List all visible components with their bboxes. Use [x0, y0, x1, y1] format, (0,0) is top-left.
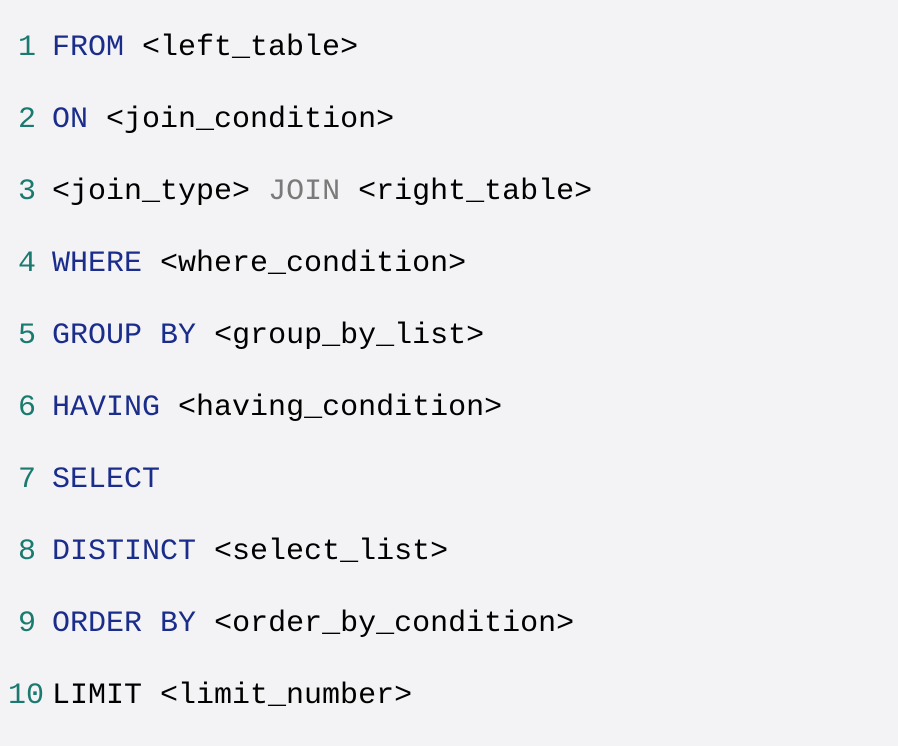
line-number: 7	[8, 444, 52, 516]
code-line: 9 ORDER BY <order_by_condition>	[8, 588, 890, 660]
line-content: <join_type> JOIN <right_table>	[52, 156, 592, 228]
line-number: 6	[8, 372, 52, 444]
space	[142, 679, 160, 713]
keyword-limit: LIMIT	[52, 679, 142, 713]
line-number: 9	[8, 588, 52, 660]
space	[142, 607, 160, 641]
line-content: FROM <left_table>	[52, 12, 358, 84]
space	[124, 31, 142, 65]
keyword-select: SELECT	[52, 463, 160, 497]
keyword-order: ORDER	[52, 607, 142, 641]
code-block: 1 FROM <left_table> 2 ON <join_condition…	[8, 12, 890, 732]
code-line: 2 ON <join_condition>	[8, 84, 890, 156]
keyword-join: JOIN	[268, 175, 340, 209]
placeholder-group-by-list: <group_by_list>	[214, 319, 484, 353]
space	[250, 175, 268, 209]
space	[196, 535, 214, 569]
placeholder-having-condition: <having_condition>	[178, 391, 502, 425]
line-content: DISTINCT <select_list>	[52, 516, 448, 588]
line-content: WHERE <where_condition>	[52, 228, 466, 300]
space	[142, 247, 160, 281]
keyword-where: WHERE	[52, 247, 142, 281]
line-content: GROUP BY <group_by_list>	[52, 300, 484, 372]
space	[196, 607, 214, 641]
keyword-by: BY	[160, 319, 196, 353]
keyword-having: HAVING	[52, 391, 160, 425]
line-number: 8	[8, 516, 52, 588]
space	[340, 175, 358, 209]
keyword-group: GROUP	[52, 319, 142, 353]
placeholder-limit-number: <limit_number>	[160, 679, 412, 713]
placeholder-right-table: <right_table>	[358, 175, 592, 209]
placeholder-select-list: <select_list>	[214, 535, 448, 569]
line-content: ON <join_condition>	[52, 84, 394, 156]
code-line: 8 DISTINCT <select_list>	[8, 516, 890, 588]
code-line: 10 LIMIT <limit_number>	[8, 660, 890, 732]
keyword-distinct: DISTINCT	[52, 535, 196, 569]
line-content: ORDER BY <order_by_condition>	[52, 588, 574, 660]
keyword-from: FROM	[52, 31, 124, 65]
code-line: 7 SELECT	[8, 444, 890, 516]
placeholder-left-table: <left_table>	[142, 31, 358, 65]
code-line: 6 HAVING <having_condition>	[8, 372, 890, 444]
line-content: LIMIT <limit_number>	[52, 660, 412, 732]
space	[88, 103, 106, 137]
line-content: HAVING <having_condition>	[52, 372, 502, 444]
line-number: 2	[8, 84, 52, 156]
line-number: 10	[8, 660, 52, 732]
keyword-on: ON	[52, 103, 88, 137]
line-number: 3	[8, 156, 52, 228]
code-line: 4 WHERE <where_condition>	[8, 228, 890, 300]
placeholder-join-condition: <join_condition>	[106, 103, 394, 137]
placeholder-join-type: <join_type>	[52, 175, 250, 209]
keyword-by: BY	[160, 607, 196, 641]
code-line: 1 FROM <left_table>	[8, 12, 890, 84]
space	[196, 319, 214, 353]
line-number: 4	[8, 228, 52, 300]
line-number: 1	[8, 12, 52, 84]
code-line: 5 GROUP BY <group_by_list>	[8, 300, 890, 372]
space	[142, 319, 160, 353]
line-number: 5	[8, 300, 52, 372]
placeholder-order-by-condition: <order_by_condition>	[214, 607, 574, 641]
code-line: 3 <join_type> JOIN <right_table>	[8, 156, 890, 228]
line-content: SELECT	[52, 444, 160, 516]
space	[160, 391, 178, 425]
placeholder-where-condition: <where_condition>	[160, 247, 466, 281]
